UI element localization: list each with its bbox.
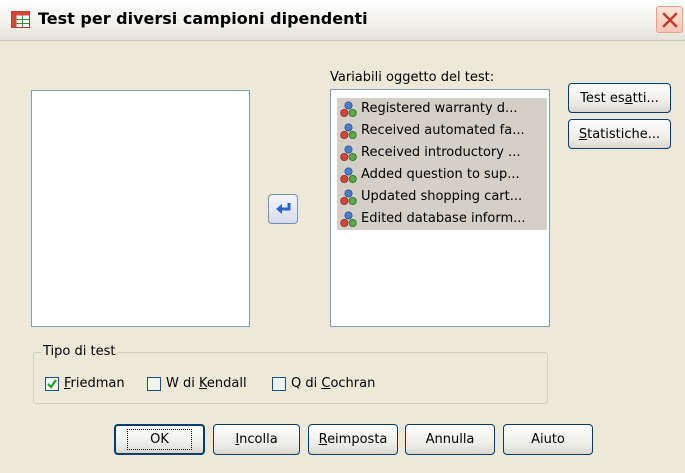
close-button[interactable] xyxy=(656,6,683,33)
cochran-label: Q di Cochran xyxy=(291,376,376,391)
nominal-variable-icon xyxy=(340,211,357,227)
move-variable-button[interactable] xyxy=(268,194,298,224)
ok-button[interactable]: OK xyxy=(114,424,205,455)
cancel-label: Annulla xyxy=(425,432,475,447)
list-item[interactable]: Received automated fa... xyxy=(337,120,547,142)
ok-label: OK xyxy=(127,429,192,450)
paste-label: Incolla xyxy=(235,432,278,447)
list-item[interactable]: Registered warranty d... xyxy=(337,98,547,120)
variable-name: Received introductory ... xyxy=(361,145,521,160)
cochran-checkbox-row[interactable]: Q di Cochran xyxy=(272,376,375,391)
source-variable-list[interactable] xyxy=(31,90,250,327)
variable-name: Updated shopping cart... xyxy=(361,189,523,204)
kendall-label: W di Kendall xyxy=(166,376,247,391)
exact-tests-label: Test esatti... xyxy=(580,90,659,106)
list-item[interactable]: Updated shopping cart... xyxy=(337,186,547,208)
cochran-checkbox[interactable] xyxy=(272,376,286,391)
nominal-variable-icon xyxy=(340,145,357,161)
statistics-label: Statistiche... xyxy=(578,126,661,142)
test-type-group-title: Tipo di test xyxy=(41,344,118,359)
cancel-button[interactable]: Annulla xyxy=(405,424,495,455)
window-title: Test per diversi campioni dipendenti xyxy=(38,9,368,28)
nominal-variable-icon xyxy=(340,189,357,205)
friedman-checkbox-row[interactable]: Friedman xyxy=(45,376,125,391)
paste-button[interactable]: Incolla xyxy=(213,424,300,455)
variable-name: Registered warranty d... xyxy=(361,101,518,116)
variable-name: Added question to sup... xyxy=(361,167,520,182)
help-label: Aiuto xyxy=(531,432,565,447)
list-item[interactable]: Edited database inform... xyxy=(337,208,547,230)
friedman-checkbox[interactable] xyxy=(45,376,59,391)
nominal-variable-icon xyxy=(340,101,357,117)
target-variable-list[interactable]: Registered warranty d... Received automa… xyxy=(330,89,550,327)
title-bar: Test per diversi campioni dipendenti xyxy=(0,0,685,41)
reset-button[interactable]: Reimposta xyxy=(308,424,398,455)
nominal-variable-icon xyxy=(340,167,357,183)
variable-name: Received automated fa... xyxy=(361,123,525,138)
exact-tests-button[interactable]: Test esatti... xyxy=(568,83,671,113)
list-item[interactable]: Added question to sup... xyxy=(337,164,547,186)
help-button[interactable]: Aiuto xyxy=(503,424,593,455)
kendall-checkbox-row[interactable]: W di Kendall xyxy=(147,376,247,391)
arrow-left-icon xyxy=(276,203,291,214)
kendall-checkbox[interactable] xyxy=(147,376,161,391)
checkmark-icon xyxy=(47,378,57,389)
close-icon xyxy=(662,12,678,28)
nominal-variable-icon xyxy=(340,123,357,139)
list-item[interactable]: Received introductory ... xyxy=(337,142,547,164)
target-list-label: Variabili oggetto del test: xyxy=(330,70,495,85)
statistics-button[interactable]: Statistiche... xyxy=(568,119,671,149)
friedman-label: Friedman xyxy=(64,376,125,391)
reset-label: Reimposta xyxy=(318,432,388,447)
variable-name: Edited database inform... xyxy=(361,211,526,226)
grid-table-icon xyxy=(11,11,30,28)
